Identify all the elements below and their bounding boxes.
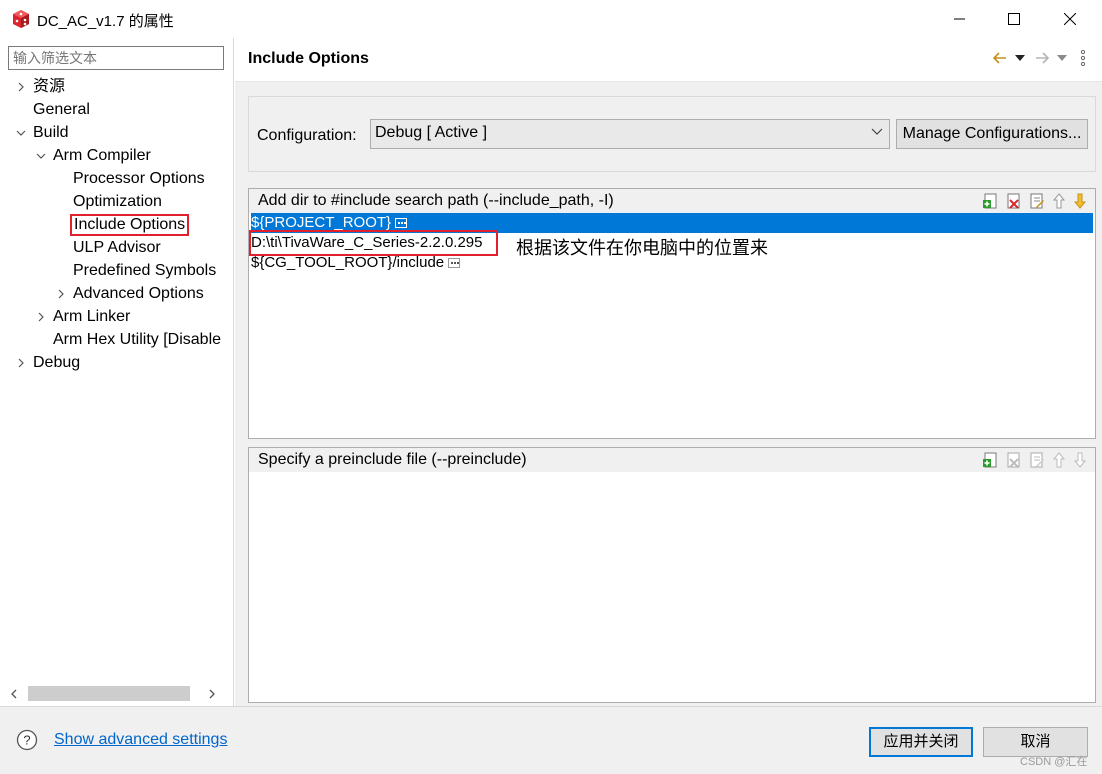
dropdown-arrow-icon [1015, 55, 1025, 61]
include-path-value: ${CG_TOOL_ROOT}/include [251, 254, 445, 271]
preinclude-header: Specify a preinclude file (--preinclude) [249, 448, 1095, 472]
nav-tree-panel: 资源 General Build Arm Compiler Processor … [0, 38, 234, 706]
tree-item-optimization[interactable]: Optimization [73, 191, 162, 213]
maximize-button[interactable] [986, 0, 1042, 38]
minimize-icon [954, 18, 965, 20]
tree-item-debug[interactable]: Debug [33, 352, 80, 374]
forward-arrow-icon [1036, 52, 1050, 64]
dropdown-arrow-icon [1057, 55, 1067, 61]
show-advanced-settings-link[interactable]: Show advanced settings [54, 731, 227, 749]
delete-icon[interactable] [1005, 451, 1023, 469]
chevron-down-icon [16, 130, 26, 136]
back-menu-button[interactable] [1015, 48, 1025, 68]
chevron-right-icon [18, 82, 24, 92]
include-path-value: ${PROJECT_ROOT} [251, 214, 392, 231]
page-header: Include Options [235, 38, 1102, 82]
chevron-down-icon [871, 128, 883, 135]
kebab-menu-icon [1080, 50, 1086, 66]
filter-input[interactable] [8, 46, 224, 70]
tree-item-arm-hex-utility[interactable]: Arm Hex Utility [Disable [53, 329, 225, 351]
expand-advanced-options-icon[interactable] [55, 283, 67, 305]
edit-icon[interactable] [1028, 192, 1046, 210]
collapse-build-icon[interactable] [15, 122, 27, 144]
configuration-label: Configuration: [257, 127, 357, 144]
window-title: DC_AC_v1.7 的属性 [37, 13, 174, 30]
chevron-down-icon [36, 153, 46, 159]
ellipsis-icon [448, 258, 461, 269]
horizontal-scrollbar[interactable] [4, 684, 226, 702]
forward-menu-button[interactable] [1057, 48, 1067, 68]
tree-item-predefined-symbols[interactable]: Predefined Symbols [73, 260, 216, 282]
manage-configurations-button[interactable]: Manage Configurations... [896, 119, 1088, 149]
tree-item-include-options[interactable]: Include Options [70, 214, 190, 236]
tree-item-advanced-options[interactable]: Advanced Options [73, 283, 204, 305]
chevron-right-icon [58, 289, 64, 299]
tree-item-general[interactable]: General [33, 99, 90, 121]
dialog-footer: ? Show advanced settings 应用并关闭 取消 CSDN @… [0, 706, 1102, 774]
content-area: Configuration: Debug [ Active ] Manage C… [235, 82, 1102, 706]
maximize-icon [1008, 13, 1020, 25]
add-icon[interactable] [982, 451, 1000, 469]
include-path-title: Add dir to #include search path (--inclu… [258, 192, 614, 209]
tree-item-build[interactable]: Build [33, 122, 69, 144]
forward-button[interactable] [1034, 48, 1050, 68]
tree-item-arm-compiler[interactable]: Arm Compiler [53, 145, 151, 167]
watermark: CSDN @汇在 [1020, 756, 1088, 768]
svg-text:?: ? [23, 733, 30, 748]
expand-debug-icon[interactable] [15, 352, 27, 374]
annotation-text: 根据该文件在你电脑中的位置来 [516, 238, 768, 258]
expand-arm-linker-icon[interactable] [35, 306, 47, 328]
ellipsis-icon [395, 218, 408, 229]
app-cube-icon [13, 10, 29, 28]
include-path-header: Add dir to #include search path (--inclu… [249, 189, 1095, 213]
minimize-button[interactable] [932, 0, 988, 38]
back-arrow-icon [992, 52, 1006, 64]
delete-icon[interactable] [1005, 192, 1023, 210]
highlight-frame [249, 230, 498, 256]
configuration-group: Configuration: Debug [ Active ] Manage C… [248, 96, 1096, 172]
tree-item-arm-linker[interactable]: Arm Linker [53, 306, 130, 328]
tree-item-processor-options[interactable]: Processor Options [73, 168, 205, 190]
edit-icon[interactable] [1028, 451, 1046, 469]
move-down-icon[interactable] [1071, 192, 1089, 210]
apply-and-close-button[interactable]: 应用并关闭 [869, 727, 973, 757]
settings-panel: Include Options Configuration: Debug [ A… [235, 38, 1102, 706]
page-title: Include Options [248, 50, 369, 67]
preinclude-title: Specify a preinclude file (--preinclude) [258, 451, 527, 468]
title-bar: DC_AC_v1.7 的属性 [0, 0, 1102, 38]
back-button[interactable] [992, 48, 1008, 68]
selected-item-label: Include Options [70, 214, 190, 236]
scroll-left-icon[interactable] [10, 688, 18, 700]
expand-resource-icon[interactable] [15, 76, 27, 98]
move-down-icon[interactable] [1071, 451, 1089, 469]
move-up-icon[interactable] [1050, 451, 1068, 469]
collapse-arm-compiler-icon[interactable] [35, 145, 47, 167]
view-menu-button[interactable] [1080, 48, 1086, 68]
preinclude-list: Specify a preinclude file (--preinclude) [248, 447, 1096, 703]
close-button[interactable] [1042, 0, 1098, 38]
move-up-icon[interactable] [1050, 192, 1068, 210]
close-icon [1064, 13, 1076, 25]
chevron-right-icon [38, 312, 44, 322]
configuration-selected-value: Debug [ Active ] [375, 124, 488, 141]
include-path-list: Add dir to #include search path (--inclu… [248, 188, 1096, 439]
help-icon[interactable]: ? [16, 729, 38, 751]
scroll-right-icon[interactable] [208, 688, 216, 700]
add-icon[interactable] [982, 192, 1000, 210]
tree-item-resource[interactable]: 资源 [33, 76, 65, 98]
scrollbar-thumb[interactable] [28, 686, 190, 701]
chevron-right-icon [18, 358, 24, 368]
include-path-item[interactable]: ${CG_TOOL_ROOT}/include [251, 253, 461, 273]
configuration-select[interactable]: Debug [ Active ] [370, 119, 890, 149]
tree-item-ulp-advisor[interactable]: ULP Advisor [73, 237, 161, 259]
